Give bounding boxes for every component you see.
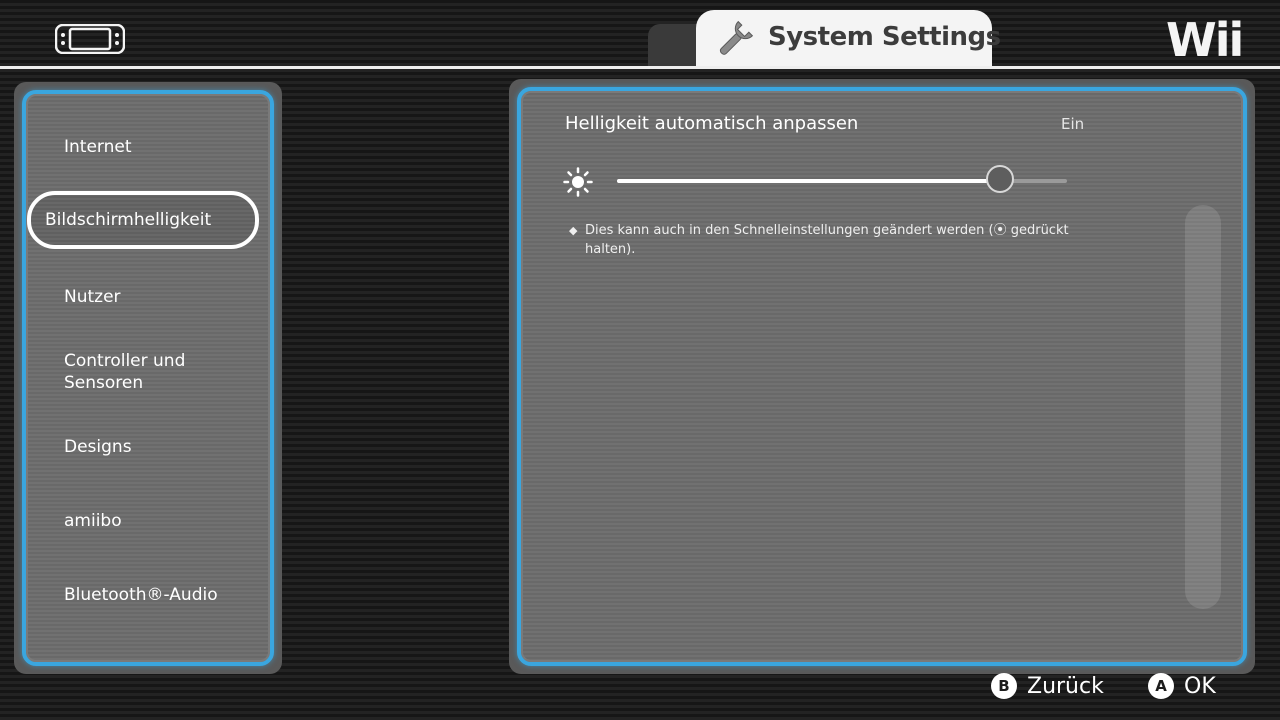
sidebar-item-designs[interactable]: Designs xyxy=(46,436,270,458)
scrollbar[interactable] xyxy=(1185,205,1221,609)
ok-label: OK xyxy=(1184,673,1216,699)
sidebar-item-nutzer[interactable]: Nutzer xyxy=(46,286,270,308)
sidebar-item-bildschirmhelligkeit[interactable]: Bildschirmhelligkeit xyxy=(27,191,259,249)
sun-icon xyxy=(563,167,593,197)
hint-text-block: ◆ Dies kann auch in den Schnelleinstellu… xyxy=(569,221,1089,259)
wrench-icon xyxy=(714,20,754,60)
hint-text: Dies kann auch in den Schnelleinstellung… xyxy=(585,223,1069,257)
sidebar-item-label: Bildschirmhelligkeit xyxy=(45,210,212,230)
a-button-icon: A xyxy=(1148,673,1174,699)
back-label: Zurück xyxy=(1027,673,1104,699)
header-divider xyxy=(0,66,1280,69)
brightness-slider[interactable] xyxy=(617,165,1067,193)
content-frame: Helligkeit automatisch anpassen Ein ◆ Di… xyxy=(517,87,1247,666)
sidebar-panel: Internet Bildschirmhelligkeit Nutzer Con… xyxy=(14,82,282,674)
content-panel: Helligkeit automatisch anpassen Ein ◆ Di… xyxy=(509,79,1255,674)
brightness-slider-thumb[interactable] xyxy=(985,165,1014,193)
tab-title: System Settings xyxy=(768,22,1001,52)
sidebar-item-amiibo[interactable]: amiibo xyxy=(46,510,270,532)
auto-brightness-value[interactable]: Ein xyxy=(1061,115,1084,133)
sidebar-item-internet[interactable]: Internet xyxy=(46,136,270,158)
ok-button[interactable]: A OK xyxy=(1148,672,1216,700)
sidebar-item-bluetooth-audio[interactable]: Bluetooth®-Audio xyxy=(46,584,270,606)
brightness-slider-fill xyxy=(617,179,1000,183)
sidebar-frame: Internet Bildschirmhelligkeit Nutzer Con… xyxy=(22,90,274,666)
hint-bullet-icon: ◆ xyxy=(569,224,578,237)
back-button[interactable]: B Zurück xyxy=(991,672,1104,700)
b-button-icon: B xyxy=(991,673,1017,699)
wii-logo: Wii xyxy=(1166,13,1244,67)
tab-system-settings[interactable]: System Settings xyxy=(696,10,1001,68)
auto-brightness-label[interactable]: Helligkeit automatisch anpassen xyxy=(565,113,858,134)
handheld-console-icon xyxy=(54,23,126,55)
sidebar-item-controller-und-sensoren[interactable]: Controller und Sensoren xyxy=(46,350,246,394)
